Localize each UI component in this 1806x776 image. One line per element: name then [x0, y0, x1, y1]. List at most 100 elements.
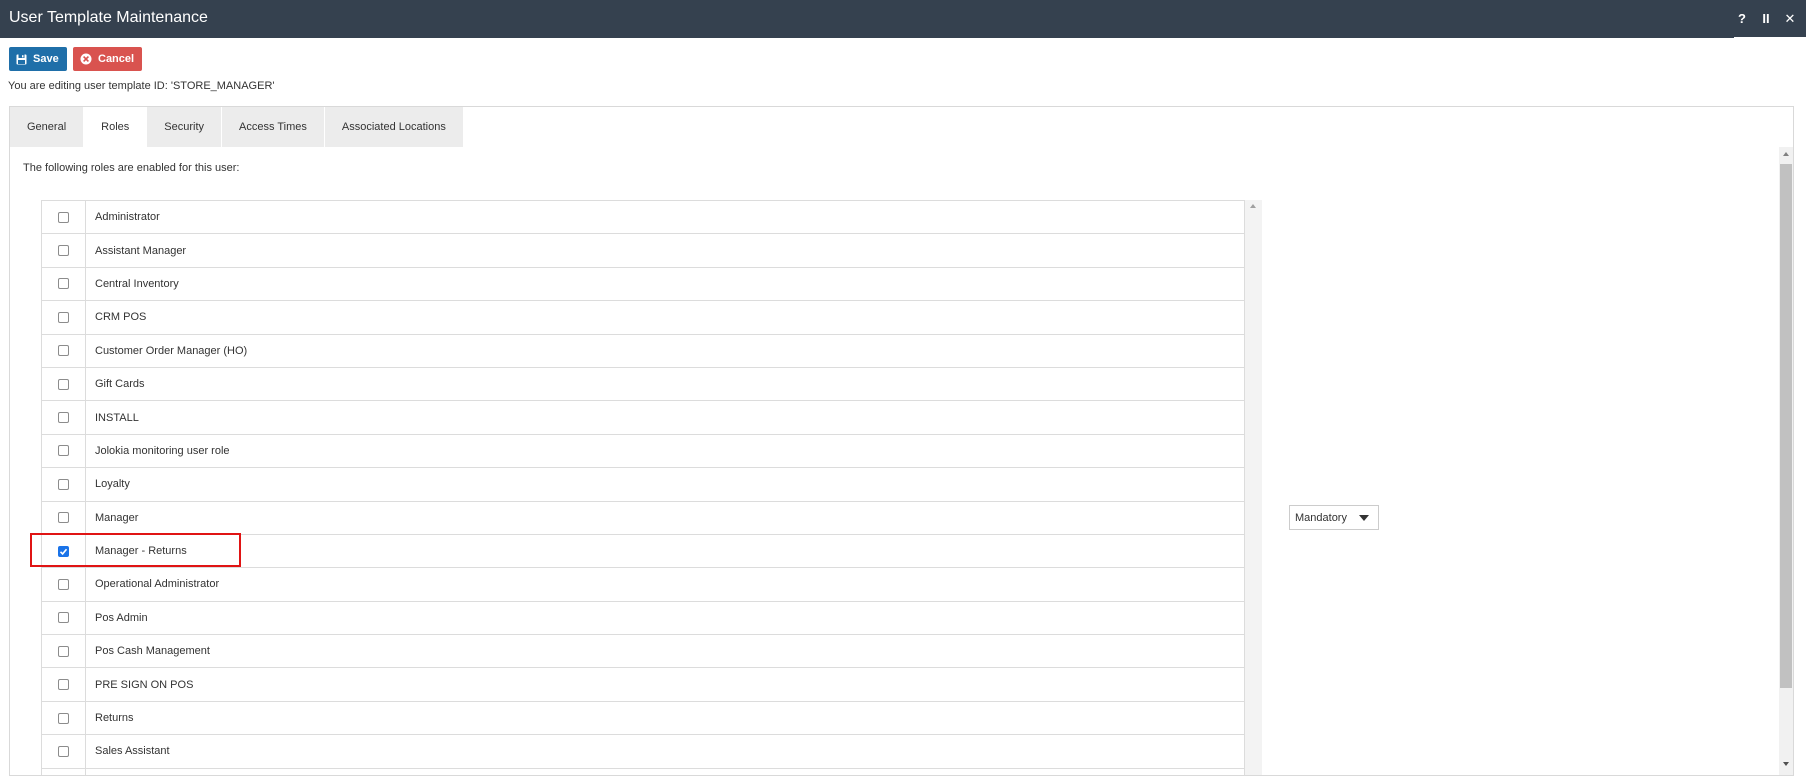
role-checkbox-cell: [42, 601, 86, 635]
pause-icon[interactable]: II: [1760, 11, 1772, 26]
role-row-central-inventory: Central Inventory: [42, 267, 1244, 302]
role-label: Sales Assistant: [95, 745, 170, 758]
window-controls: ? II ✕: [1736, 11, 1796, 26]
role-checkbox-cell: [42, 468, 86, 501]
role-label: Gift Cards: [95, 378, 145, 391]
tab-security[interactable]: Security: [147, 107, 223, 147]
edit-info-text: You are editing user template ID: 'STORE…: [8, 80, 275, 92]
role-checkbox-cell: [42, 334, 86, 367]
checkmark-icon: [59, 548, 68, 555]
role-label: Administrator: [95, 211, 160, 224]
role-row-returns: Returns: [42, 701, 1244, 736]
role-checkbox[interactable]: [58, 478, 69, 490]
roles-intro-text: The following roles are enabled for this…: [23, 162, 240, 174]
role-label: PRE SIGN ON POS: [95, 678, 194, 691]
tab-bar: General Roles Security Access Times Asso…: [10, 107, 464, 147]
roles-list-scrollbar[interactable]: [1245, 200, 1262, 775]
role-checkbox-cell: [42, 768, 86, 775]
cancel-circle-icon: [80, 53, 92, 65]
role-checkbox[interactable]: [58, 445, 69, 457]
scrollbar-thumb[interactable]: [1780, 164, 1792, 688]
role-checkbox-cell: [42, 234, 86, 267]
roles-list: Administrator Assistant Manager Central …: [41, 200, 1245, 775]
cancel-button[interactable]: Cancel: [73, 47, 142, 71]
title-bar: User Template Maintenance ? II ✕: [0, 0, 1806, 38]
save-button[interactable]: Save: [9, 47, 67, 71]
role-label: Manager - Returns: [95, 545, 187, 558]
role-checkbox-cell: [42, 501, 86, 534]
scroll-up-arrow-icon[interactable]: [1783, 152, 1789, 156]
role-row-pos-cash-management: Pos Cash Management: [42, 635, 1244, 669]
role-requirement-value: Mandatory: [1295, 511, 1347, 524]
tab-roles[interactable]: Roles: [84, 107, 148, 147]
role-checkbox-cell: [42, 367, 86, 401]
window-title: User Template Maintenance: [9, 9, 208, 26]
role-row-pre-sign-on-pos: PRE SIGN ON POS: [42, 668, 1244, 702]
role-label: Operational Administrator: [95, 578, 220, 591]
role-checkbox-cell: [42, 534, 86, 568]
role-checkbox[interactable]: [58, 278, 69, 290]
role-row-manager: Manager: [42, 501, 1244, 535]
role-label: Pos Cash Management: [95, 645, 210, 658]
role-checkbox-cell: [42, 735, 86, 768]
role-row-sales-assistant: Sales Assistant: [42, 735, 1244, 769]
role-checkbox[interactable]: [58, 578, 69, 590]
help-icon[interactable]: ?: [1736, 11, 1748, 26]
role-label: Returns: [95, 712, 134, 725]
role-label: INSTALL: [95, 411, 139, 424]
page-scrollbar[interactable]: [1779, 147, 1793, 775]
role-row-crm-pos: CRM POS: [42, 301, 1244, 335]
role-row-assistant-manager: Assistant Manager: [42, 234, 1244, 268]
role-checkbox[interactable]: [58, 378, 69, 390]
role-requirement-select[interactable]: Mandatory: [1289, 505, 1379, 530]
save-button-label: Save: [33, 53, 59, 65]
scroll-down-arrow-icon[interactable]: [1783, 762, 1789, 766]
role-checkbox-cell: [42, 267, 86, 301]
tab-associated-locations[interactable]: Associated Locations: [324, 107, 464, 147]
role-row-pos-admin: Pos Admin: [42, 601, 1244, 636]
role-label: Customer Order Manager (HO): [95, 344, 248, 357]
role-label: Assistant Manager: [95, 244, 187, 257]
close-icon[interactable]: ✕: [1784, 11, 1796, 26]
role-checkbox[interactable]: [58, 512, 69, 524]
role-checkbox-cell: [42, 668, 86, 701]
role-label: Pos Admin: [95, 611, 148, 624]
tab-access-times[interactable]: Access Times: [222, 107, 325, 147]
role-checkbox-cell: [42, 401, 86, 434]
role-row-administrator: Administrator: [42, 201, 1244, 235]
role-checkbox-cell: [42, 201, 86, 234]
role-label: Jolokia monitoring user role: [95, 444, 230, 457]
role-checkbox-cell: [42, 301, 86, 334]
role-label: Central Inventory: [95, 277, 179, 290]
role-checkbox-cell: [42, 701, 86, 735]
floppy-disk-icon: [16, 54, 27, 65]
role-row-manager-returns: Manager - Returns: [42, 534, 1244, 569]
title-bar-accent: [1734, 37, 1806, 38]
role-row-customer-order-manager: Customer Order Manager (HO): [42, 334, 1244, 368]
role-checkbox[interactable]: [58, 412, 69, 424]
role-checkbox-cell: [42, 434, 86, 468]
role-row-loyalty: Loyalty: [42, 468, 1244, 502]
role-checkbox[interactable]: [58, 712, 69, 724]
role-checkbox[interactable]: [58, 211, 69, 223]
scroll-up-arrow-icon[interactable]: [1250, 204, 1256, 208]
role-row-operational-administrator: Operational Administrator: [42, 568, 1244, 602]
role-checkbox[interactable]: [58, 345, 69, 357]
role-checkbox[interactable]: [58, 612, 69, 624]
role-row-gift-cards: Gift Cards: [42, 367, 1244, 402]
role-row-install: INSTALL: [42, 401, 1244, 435]
role-label: Loyalty: [95, 478, 130, 491]
role-checkbox-cell: [42, 568, 86, 601]
role-row-jolokia: Jolokia monitoring user role: [42, 434, 1244, 469]
role-row-partial: [42, 768, 1244, 775]
role-checkbox[interactable]: [58, 311, 69, 323]
role-checkbox[interactable]: [58, 245, 69, 257]
role-checkbox-cell: [42, 635, 86, 668]
role-checkbox[interactable]: [58, 645, 69, 657]
role-checkbox-checked[interactable]: [58, 545, 69, 557]
tab-general[interactable]: General: [10, 107, 85, 147]
role-label: CRM POS: [95, 311, 147, 324]
role-checkbox[interactable]: [58, 679, 69, 691]
role-checkbox[interactable]: [58, 745, 69, 757]
cancel-button-label: Cancel: [98, 53, 135, 65]
